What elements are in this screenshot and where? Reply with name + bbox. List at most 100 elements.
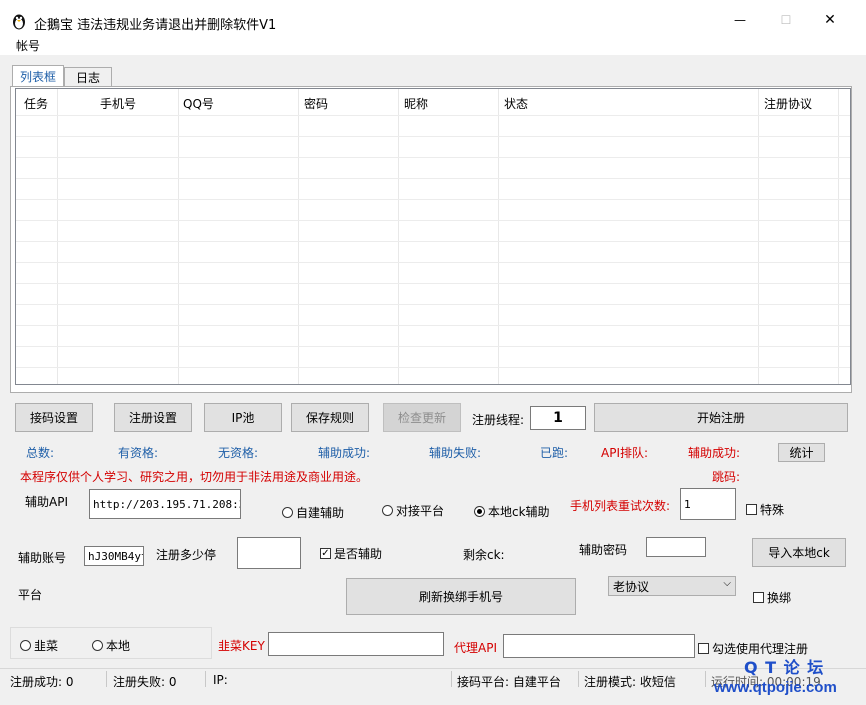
radio-local[interactable]: 本地 [92, 637, 130, 654]
stat-assist-fail: 辅助失败: [429, 446, 482, 460]
threads-label: 注册线程: [472, 413, 525, 427]
retry-input[interactable]: 1 [680, 488, 736, 520]
tab-log[interactable]: 日志 [64, 67, 112, 87]
radio-local-ck-label: 本地ck辅助 [488, 505, 550, 519]
col-protocol[interactable]: 注册协议 [764, 95, 812, 112]
grid-row-line [16, 241, 850, 242]
tab-list[interactable]: 列表框 [12, 65, 64, 87]
status-reg-fail: 注册失败: 0 [113, 675, 177, 689]
is-assist-checkbox[interactable]: ✓ 是否辅助 [320, 545, 382, 562]
grid-line [57, 89, 58, 384]
stat-unqualified: 无资格: [218, 446, 259, 460]
checkbox-box-checked: ✓ [320, 548, 331, 559]
grid-row-line [16, 115, 850, 116]
radio-jiucai[interactable]: 韭菜 [20, 637, 58, 654]
assist-api-input[interactable]: http://203.195.71.208:38 [89, 489, 241, 519]
col-phone[interactable]: 手机号 [100, 95, 136, 112]
grid-row-line [16, 367, 850, 368]
watermark-url: www.qtpojie.com [714, 679, 837, 696]
window-title: 企鵝宝 违法违规业务请退出并删除软件V1 [34, 18, 277, 33]
col-qq[interactable]: QQ号 [183, 95, 214, 112]
stats-button[interactable]: 统计 [778, 443, 825, 462]
platform-label: 平台 [18, 588, 43, 602]
stat-assist-success: 辅助成功: [318, 446, 371, 460]
maximize-button[interactable]: ☐ [774, 8, 798, 32]
import-ck-button[interactable]: 导入本地ck [752, 538, 846, 567]
grid-line [298, 89, 299, 384]
retry-label: 手机列表重试次数: [570, 499, 671, 513]
menu-account-label[interactable]: 帐号 [16, 37, 40, 54]
threads-input[interactable]: 1 [530, 406, 586, 430]
chevron-down-icon: ⌵ [723, 578, 731, 589]
checkbox-box [753, 592, 764, 603]
radio-self-build-label: 自建辅助 [296, 506, 345, 520]
radio-dock-platform[interactable]: 对接平台 [382, 502, 444, 519]
stat-qualified: 有资格: [118, 446, 159, 460]
penguin-icon [11, 12, 27, 30]
stat-total: 总数: [26, 446, 55, 460]
col-password[interactable]: 密码 [304, 95, 328, 112]
check-update-button[interactable]: 检查更新 [383, 403, 461, 432]
status-code-platform: 接码平台: 自建平台 [457, 675, 561, 689]
assist-account-input[interactable]: hJ30MB4yt [84, 546, 144, 566]
special-checkbox-label: 特殊 [760, 503, 785, 517]
data-table[interactable]: 任务 手机号 QQ号 密码 昵称 状态 注册协议 [15, 88, 851, 385]
rebind-checkbox-label: 换绑 [767, 591, 792, 605]
status-sep [578, 671, 579, 687]
grid-line [398, 89, 399, 384]
radio-local-ck[interactable]: 本地ck辅助 [474, 503, 550, 520]
start-register-button[interactable]: 开始注册 [594, 403, 848, 432]
proxy-api-input[interactable] [503, 634, 695, 658]
minimize-button[interactable]: — [728, 8, 752, 32]
radio-self-build[interactable]: 自建辅助 [282, 504, 344, 521]
notice-text: 本程序仅供个人学习、研究之用，切勿用于非法用途及商业用途。 [20, 470, 369, 484]
radio-circle-selected [474, 506, 485, 517]
skip-code-label: 跳码: [712, 470, 741, 484]
close-button[interactable]: ✕ [818, 8, 842, 32]
grid-line [178, 89, 179, 384]
register-settings-button[interactable]: 注册设置 [114, 403, 192, 432]
assist-api-label: 辅助API [25, 495, 68, 509]
stat-api-queue: API排队: [601, 446, 649, 460]
jiucai-key-label: 韭菜KEY [218, 639, 265, 653]
status-sep [106, 671, 107, 687]
rebind-checkbox[interactable]: 换绑 [753, 589, 791, 606]
code-settings-button[interactable]: 接码设置 [15, 403, 93, 432]
status-reg-success: 注册成功: 0 [10, 675, 74, 689]
grid-row-line [16, 346, 850, 347]
refresh-rebind-button[interactable]: 刷新换绑手机号 [346, 578, 576, 615]
table-header: 任务 手机号 QQ号 密码 昵称 状态 注册协议 [16, 89, 850, 115]
grid-line [838, 89, 839, 384]
grid-row-line [16, 220, 850, 221]
save-rules-button[interactable]: 保存规则 [291, 403, 369, 432]
grid-row-line [16, 136, 850, 137]
status-sep [451, 671, 452, 687]
grid-row-line [16, 325, 850, 326]
ip-pool-button[interactable]: IP池 [204, 403, 282, 432]
pause-input[interactable] [237, 537, 301, 569]
assist-account-label: 辅助账号 [18, 551, 67, 565]
status-reg-mode: 注册模式: 收短信 [584, 675, 676, 689]
assist-password-input[interactable] [646, 537, 706, 557]
protocol-select-value: 老协议 [613, 579, 650, 594]
special-checkbox[interactable]: 特殊 [746, 501, 784, 518]
watermark-logo: Q T 论 坛 [744, 658, 825, 677]
grid-line [758, 89, 759, 384]
radio-dock-platform-label: 对接平台 [396, 504, 445, 518]
is-assist-checkbox-label: 是否辅助 [334, 547, 383, 561]
radio-circle [382, 505, 393, 516]
jiucai-key-input[interactable] [268, 632, 444, 656]
remaining-ck-label: 剩余ck: [463, 548, 505, 562]
grid-row-line [16, 199, 850, 200]
assist-password-label: 辅助密码 [579, 543, 628, 557]
stat-ran: 已跑: [540, 446, 569, 460]
status-sep [205, 671, 206, 687]
protocol-select[interactable]: 老协议 ⌵ [608, 576, 736, 596]
col-nickname[interactable]: 昵称 [404, 95, 428, 112]
checkbox-box [746, 504, 757, 515]
radio-circle [92, 640, 103, 651]
radio-jiucai-label: 韭菜 [34, 639, 59, 653]
col-task[interactable]: 任务 [24, 95, 48, 112]
tab-panel: 任务 手机号 QQ号 密码 昵称 状态 注册协议 [10, 86, 852, 393]
col-status[interactable]: 状态 [504, 95, 528, 112]
